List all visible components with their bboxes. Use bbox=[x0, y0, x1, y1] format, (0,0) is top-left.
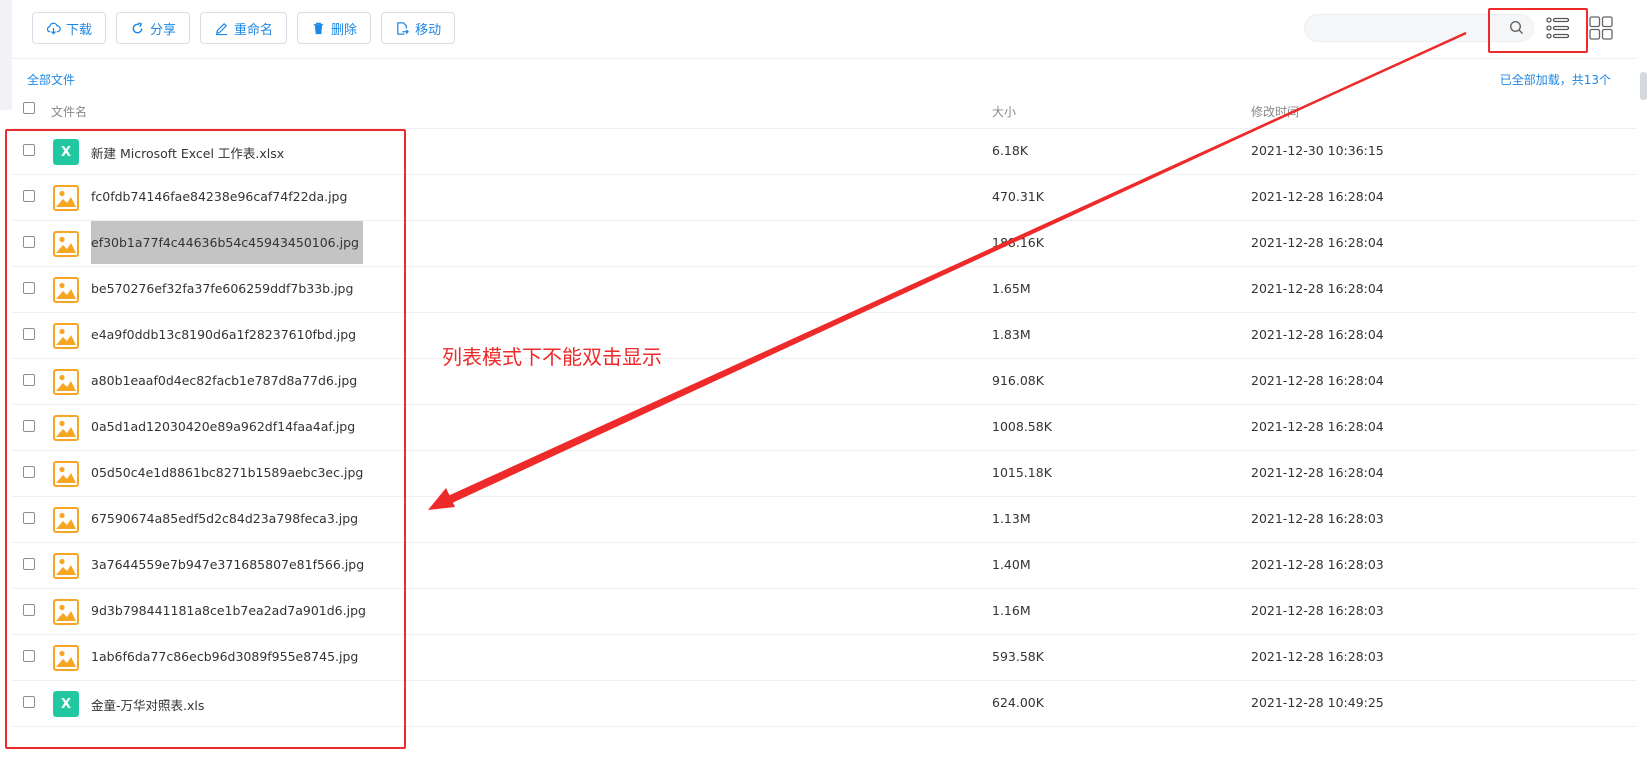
column-header-name[interactable]: 文件名 bbox=[51, 103, 87, 120]
file-modified-time: 2021-12-28 16:28:03 bbox=[1251, 557, 1384, 572]
file-size: 470.31K bbox=[992, 189, 1044, 204]
delete-label: 删除 bbox=[331, 22, 358, 38]
file-modified-time: 2021-12-28 16:28:04 bbox=[1251, 189, 1384, 204]
file-modified-time: 2021-12-28 10:49:25 bbox=[1251, 695, 1384, 710]
grid-view-icon[interactable] bbox=[1588, 15, 1614, 41]
pencil-icon bbox=[214, 21, 229, 36]
file-size: 1.83M bbox=[992, 327, 1031, 342]
move-label: 移动 bbox=[415, 22, 442, 38]
column-header-modified[interactable]: 修改时间 bbox=[1251, 103, 1299, 120]
annotation-box-view-toggle bbox=[1488, 8, 1588, 53]
download-label: 下载 bbox=[66, 22, 93, 38]
breadcrumb[interactable]: 全部文件 bbox=[27, 71, 75, 88]
share-icon bbox=[130, 21, 145, 36]
file-modified-time: 2021-12-28 16:28:03 bbox=[1251, 603, 1384, 618]
trash-icon bbox=[311, 21, 326, 36]
move-file-icon bbox=[395, 21, 410, 36]
move-button[interactable]: 移动 bbox=[381, 12, 456, 44]
file-modified-time: 2021-12-28 16:28:04 bbox=[1251, 465, 1384, 480]
download-button[interactable]: 下载 bbox=[32, 12, 107, 44]
file-modified-time: 2021-12-30 10:36:15 bbox=[1251, 143, 1384, 158]
file-size: 1008.58K bbox=[992, 419, 1052, 434]
file-size: 624.00K bbox=[992, 695, 1044, 710]
share-button[interactable]: 分享 bbox=[116, 12, 191, 44]
select-all-checkbox[interactable] bbox=[23, 102, 35, 114]
file-size: 593.58K bbox=[992, 649, 1044, 664]
file-size: 1.65M bbox=[992, 281, 1031, 296]
share-label: 分享 bbox=[150, 22, 177, 38]
load-status-text: 已全部加载，共13个 bbox=[1499, 73, 1611, 87]
toolbar: 下载 分享 重命名 删除 移动 bbox=[32, 12, 456, 46]
cloud-download-icon bbox=[46, 21, 61, 36]
file-modified-time: 2021-12-28 16:28:04 bbox=[1251, 235, 1384, 250]
toolbar-divider bbox=[12, 58, 1637, 59]
rename-button[interactable]: 重命名 bbox=[200, 12, 288, 44]
file-size: 188.16K bbox=[992, 235, 1044, 250]
rename-label: 重命名 bbox=[234, 22, 274, 38]
annotation-box-file-list bbox=[5, 129, 406, 749]
file-modified-time: 2021-12-28 16:28:04 bbox=[1251, 419, 1384, 434]
file-modified-time: 2021-12-28 16:28:04 bbox=[1251, 327, 1384, 342]
file-size: 1.13M bbox=[992, 511, 1031, 526]
file-size: 6.18K bbox=[992, 143, 1029, 158]
file-size: 1015.18K bbox=[992, 465, 1052, 480]
scrollbar-thumb[interactable] bbox=[1640, 72, 1647, 100]
search-input[interactable] bbox=[1317, 15, 1481, 43]
file-size: 1.40M bbox=[992, 557, 1031, 572]
file-modified-time: 2021-12-28 16:28:03 bbox=[1251, 511, 1384, 526]
file-modified-time: 2021-12-28 16:28:04 bbox=[1251, 281, 1384, 296]
file-modified-time: 2021-12-28 16:28:04 bbox=[1251, 373, 1384, 388]
column-header-size[interactable]: 大小 bbox=[992, 103, 1016, 120]
file-modified-time: 2021-12-28 16:28:03 bbox=[1251, 649, 1384, 664]
file-size: 916.08K bbox=[992, 373, 1044, 388]
table-header: 文件名 大小 修改时间 bbox=[12, 96, 1637, 129]
file-size: 1.16M bbox=[992, 603, 1031, 618]
delete-button[interactable]: 删除 bbox=[297, 12, 372, 44]
annotation-text: 列表模式下不能双击显示 bbox=[442, 345, 662, 369]
left-panel-edge bbox=[0, 0, 12, 110]
scrollbar-track[interactable] bbox=[1637, 0, 1650, 775]
